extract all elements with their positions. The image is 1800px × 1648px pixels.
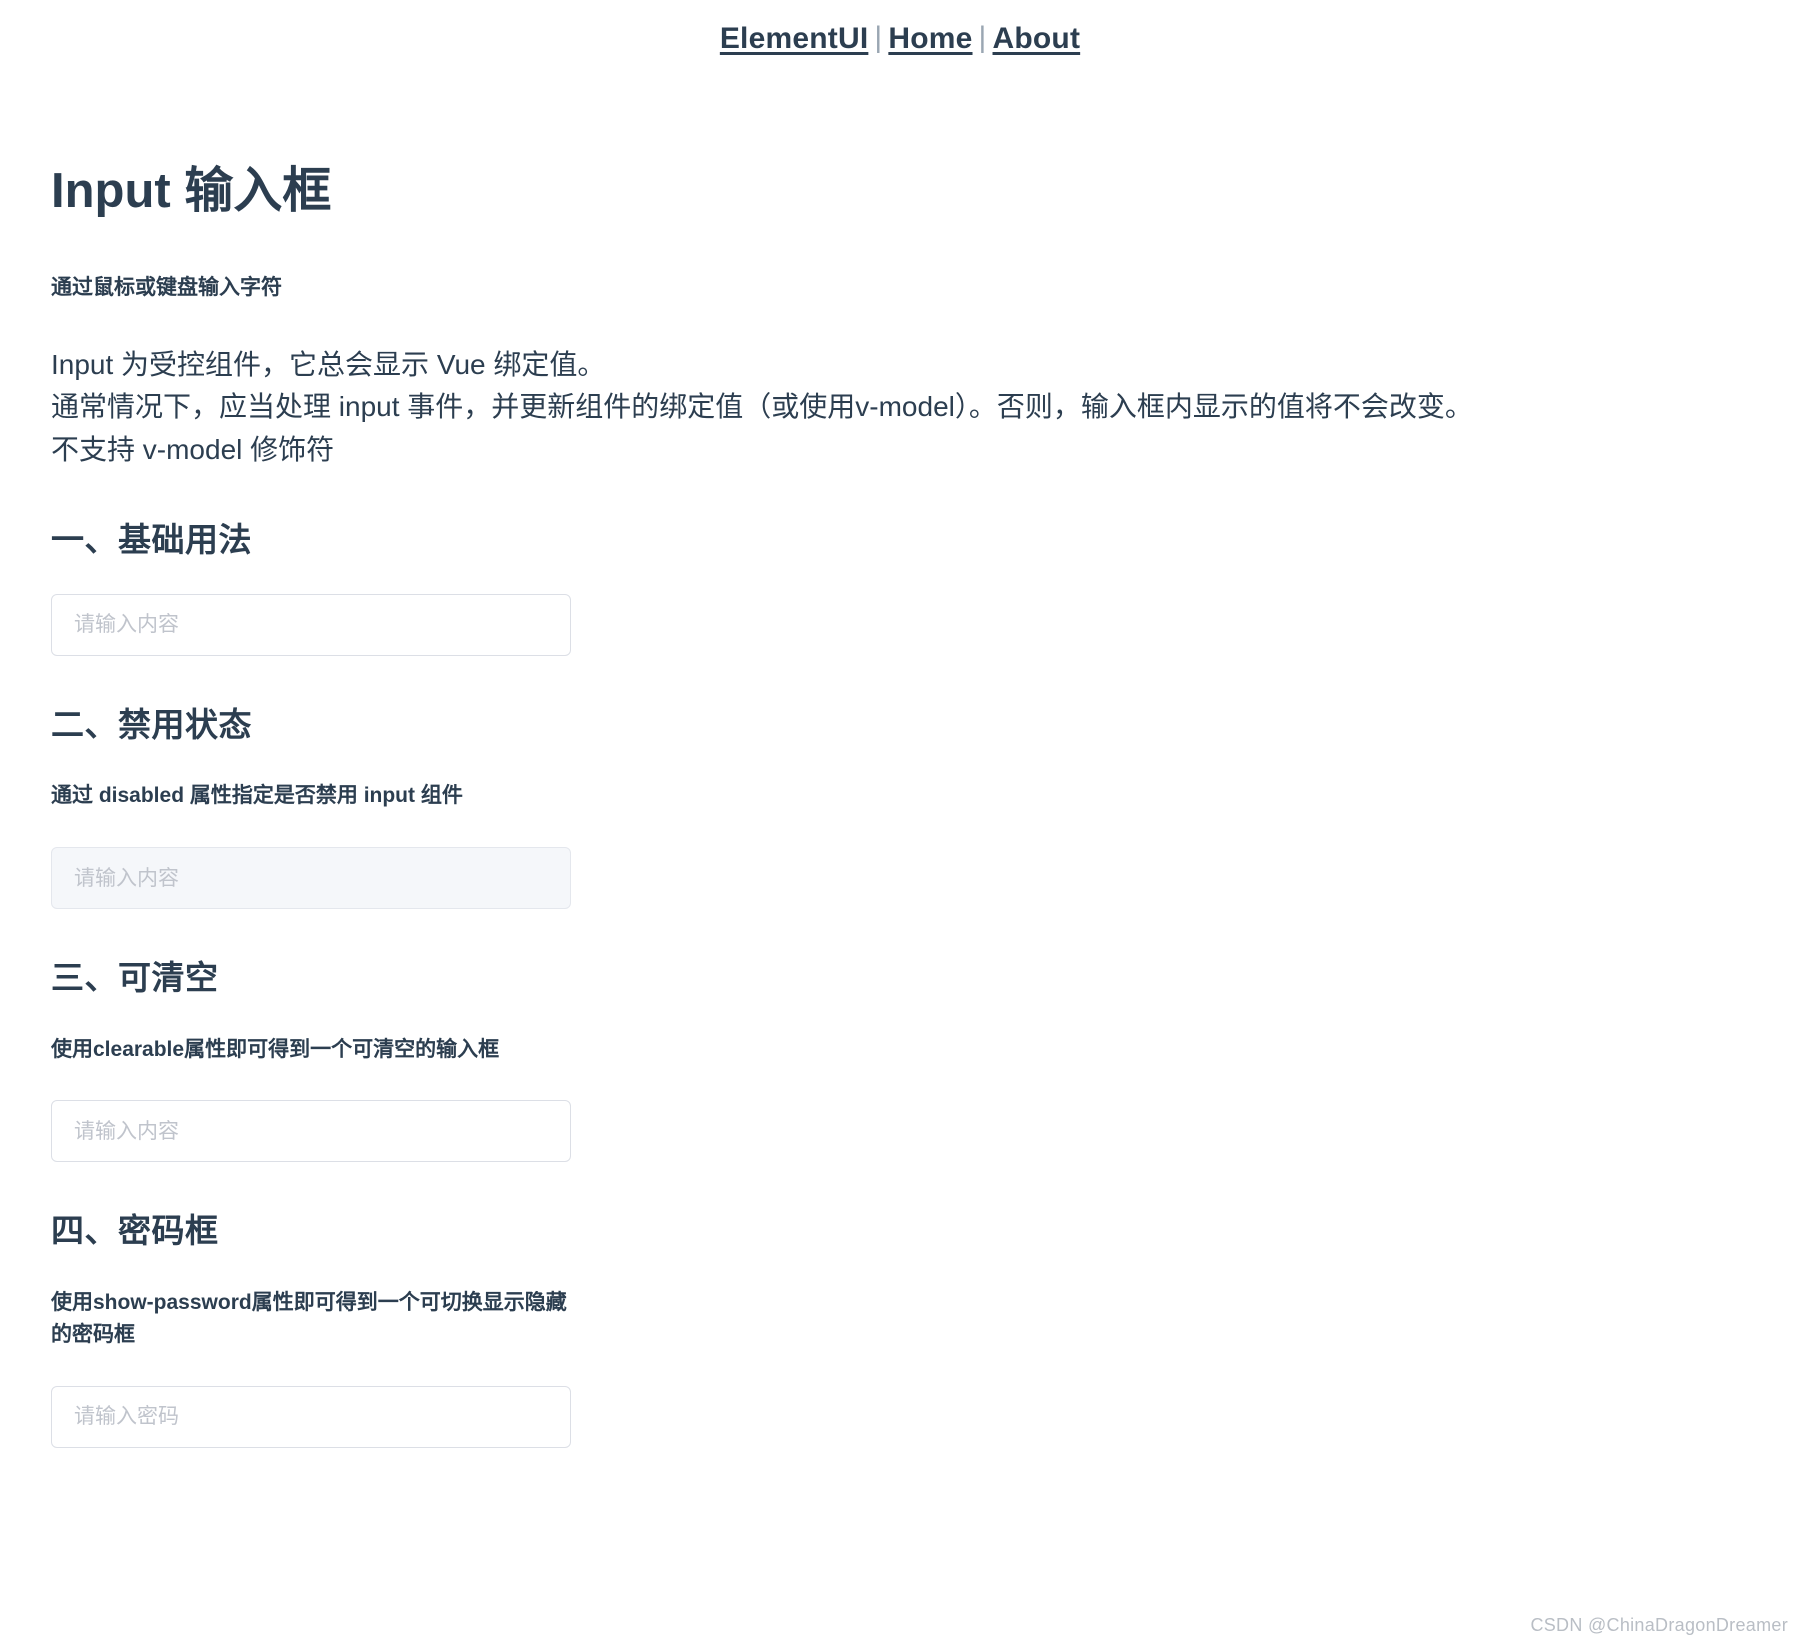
top-navigation: ElementUI | Home | About <box>0 0 1800 55</box>
section-desc-3: 使用clearable属性即可得到一个可清空的输入框 <box>51 1037 500 1061</box>
input-basic-placeholder: 请输入内容 <box>74 613 179 637</box>
field-wrap-4: 请输入密码 <box>51 1352 1760 1448</box>
description-line-2: 通常情况下，应当处理 input 事件，并更新组件的绑定值（或使用v-model… <box>51 391 1473 423</box>
field-wrap-2: 请输入内容 <box>51 813 1760 910</box>
section-desc-4: 使用show-password属性即可得到一个可切换显示隐藏的密码框 <box>51 1290 567 1347</box>
field-wrap-1: 请输入内容 <box>51 560 1760 656</box>
nav-link-elementui[interactable]: ElementUI <box>720 22 869 55</box>
section-basic-usage: 一、基础用法 请输入内容 <box>51 471 1760 656</box>
section-desc-2: 通过 disabled 属性指定是否禁用 input 组件 <box>51 784 463 808</box>
input-disabled-placeholder: 请输入内容 <box>74 866 179 890</box>
input-clearable-placeholder: 请输入内容 <box>74 1119 179 1143</box>
field-wrap-3: 请输入内容 <box>51 1066 1760 1163</box>
input-disabled: 请输入内容 <box>51 847 571 910</box>
nav-separator-2: | <box>978 21 987 54</box>
page-title: Input 输入框 <box>51 164 332 218</box>
section-disabled-state: 二、禁用状态 通过 disabled 属性指定是否禁用 input 组件 请输入… <box>51 656 1760 910</box>
nav-separator-1: | <box>874 21 883 54</box>
section-title-2: 二、禁用状态 <box>51 705 252 743</box>
main-content: Input 输入框 通过鼠标或键盘输入字符 Input 为受控组件，它总会显示 … <box>0 55 1800 1448</box>
description-line-3: 不支持 v-model 修饰符 <box>51 433 335 465</box>
page-description: Input 为受控组件，它总会显示 Vue 绑定值。 通常情况下，应当处理 in… <box>51 302 1511 472</box>
description-line-1: Input 为受控组件，它总会显示 Vue 绑定值。 <box>51 348 606 380</box>
input-clearable[interactable]: 请输入内容 <box>51 1100 571 1163</box>
input-basic[interactable]: 请输入内容 <box>51 593 571 656</box>
section-title-1: 一、基础用法 <box>51 521 252 559</box>
page-lead: 通过鼠标或键盘输入字符 <box>51 276 282 300</box>
section-title-4: 四、密码框 <box>51 1212 219 1250</box>
section-title-3: 三、可清空 <box>51 959 219 997</box>
watermark: CSDN @ChinaDragonDreamer <box>1530 1615 1788 1635</box>
section-password: 四、密码框 使用show-password属性即可得到一个可切换显示隐藏的密码框… <box>51 1162 1760 1448</box>
section-clearable: 三、可清空 使用clearable属性即可得到一个可清空的输入框 请输入内容 <box>51 909 1760 1163</box>
input-password-placeholder: 请输入密码 <box>74 1405 179 1429</box>
input-password[interactable]: 请输入密码 <box>51 1385 571 1448</box>
nav-link-home[interactable]: Home <box>888 22 972 55</box>
nav-link-about[interactable]: About <box>993 22 1081 55</box>
